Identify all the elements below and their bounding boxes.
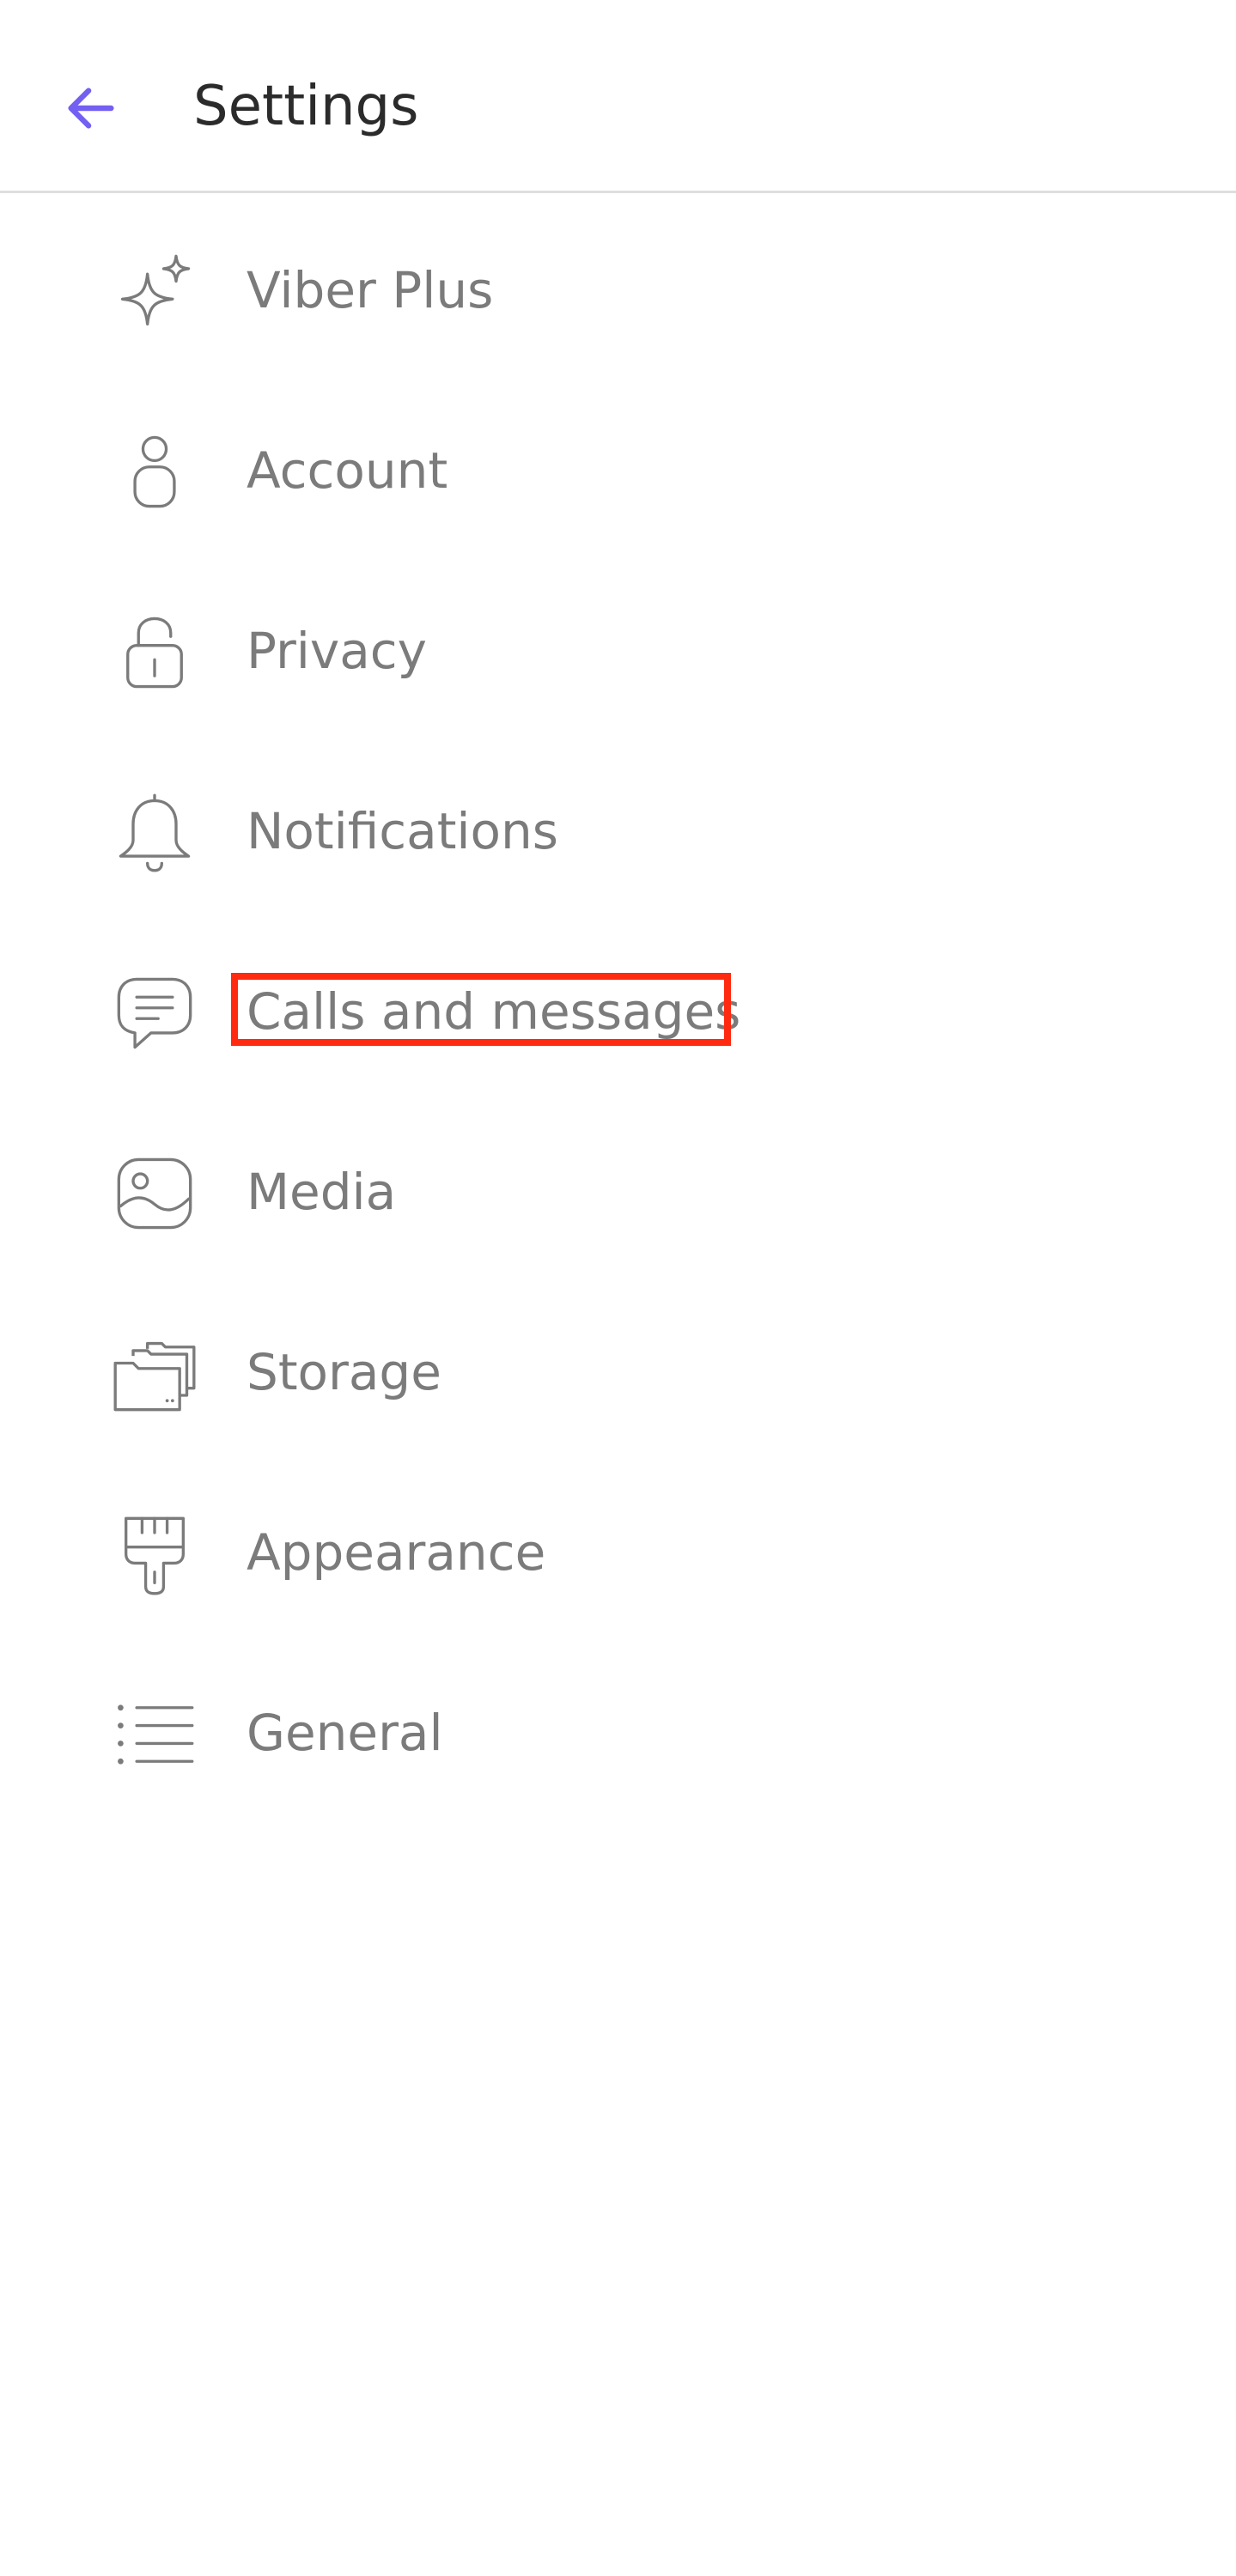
list-icon — [112, 1692, 198, 1777]
lock-icon — [112, 610, 198, 696]
menu-item-label: Calls and messages — [247, 982, 741, 1041]
chat-bubble-icon — [112, 970, 198, 1056]
back-button[interactable] — [43, 60, 139, 156]
menu-item-label: Privacy — [247, 622, 427, 680]
arrow-left-icon — [68, 88, 114, 129]
menu-item-label: Appearance — [247, 1523, 546, 1582]
app-bar: Settings — [0, 0, 1236, 193]
menu-item-media[interactable]: Media — [0, 1099, 1236, 1279]
menu-item-label: Media — [247, 1163, 397, 1221]
menu-item-label: Account — [247, 441, 448, 500]
menu-item-general[interactable]: General — [0, 1640, 1236, 1820]
bell-icon — [112, 790, 198, 876]
person-icon — [112, 429, 198, 515]
paintbrush-icon — [112, 1511, 198, 1597]
menu-item-label: General — [247, 1704, 443, 1762]
folders-icon — [112, 1331, 198, 1417]
image-icon — [112, 1151, 198, 1236]
menu-item-privacy[interactable]: Privacy — [0, 558, 1236, 738]
sparkle-icon — [112, 249, 198, 335]
menu-item-calls-and-messages[interactable]: Calls and messages — [0, 919, 1236, 1099]
menu-item-label: Storage — [247, 1343, 441, 1401]
menu-item-appearance[interactable]: Appearance — [0, 1460, 1236, 1640]
menu-item-label: Notifications — [247, 802, 559, 860]
page-title: Settings — [193, 75, 419, 138]
menu-item-label: Viber Plus — [247, 261, 494, 319]
menu-item-viber-plus[interactable]: Viber Plus — [0, 197, 1236, 378]
menu-item-notifications[interactable]: Notifications — [0, 738, 1236, 919]
menu-item-account[interactable]: Account — [0, 378, 1236, 558]
menu-item-storage[interactable]: Storage — [0, 1279, 1236, 1460]
